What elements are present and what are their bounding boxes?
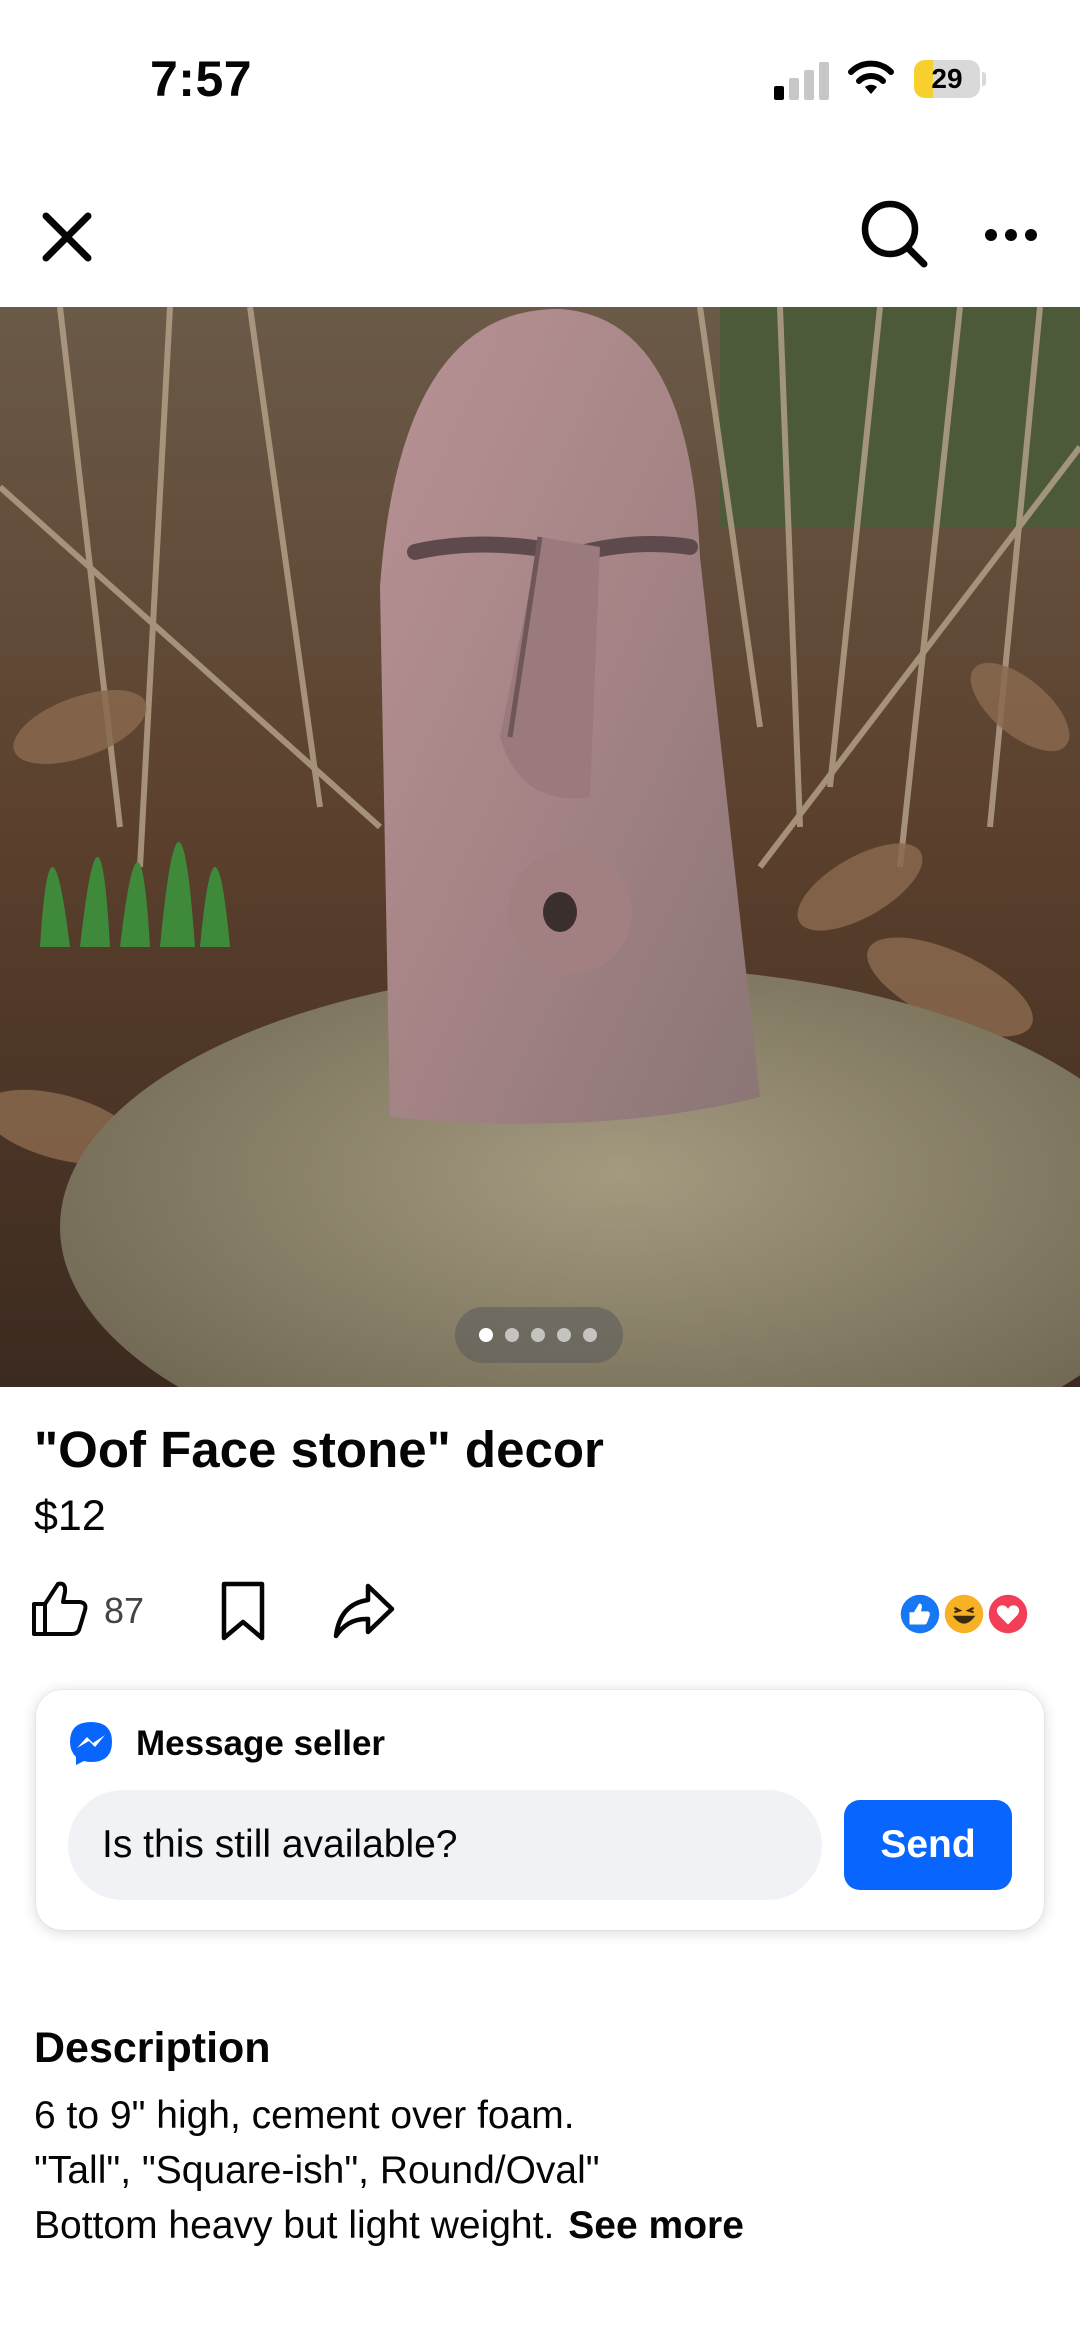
close-icon[interactable] — [30, 200, 104, 274]
like-count: 87 — [104, 1590, 145, 1631]
reactions-summary[interactable] — [896, 1590, 1032, 1644]
listing-title: "Oof Face stone" decor — [34, 1421, 604, 1478]
battery-level: 29 — [931, 63, 963, 94]
messenger-icon — [70, 1722, 112, 1765]
message-input[interactable] — [68, 1790, 822, 1900]
battery-indicator: 29 — [914, 60, 986, 98]
action-bar: 87 — [0, 1570, 1080, 1650]
like-reaction-icon — [896, 1590, 944, 1638]
status-time: 7:57 — [150, 51, 253, 107]
stone-face-photo — [0, 307, 1080, 1387]
description-line: "Tall", "Square-ish", Round/Oval" — [34, 2149, 600, 2192]
more-icon[interactable] — [976, 202, 1046, 268]
message-seller-card: Message seller Send — [36, 1690, 1044, 1930]
like-button[interactable]: 87 — [30, 1578, 160, 1644]
description-heading: Description — [34, 2024, 271, 2072]
description-line-last: Bottom heavy but light weight. See more — [34, 2198, 1054, 2253]
message-seller-title: Message seller — [136, 1724, 386, 1763]
battery-cap — [982, 72, 986, 86]
description-body: 6 to 9" high, cement over foam. "Tall", … — [34, 2088, 1054, 2253]
search-icon[interactable] — [856, 196, 932, 272]
battery-icon: 29 — [914, 60, 980, 98]
top-nav — [0, 180, 1080, 300]
listing-photo[interactable] — [0, 307, 1080, 1387]
wifi-icon — [848, 60, 894, 94]
bookmark-icon[interactable] — [218, 1578, 268, 1644]
carousel-dot[interactable] — [557, 1328, 571, 1342]
carousel-dot[interactable] — [583, 1328, 597, 1342]
haha-reaction-icon — [940, 1590, 988, 1638]
carousel-dot[interactable] — [479, 1328, 493, 1342]
cellular-signal-icon — [774, 62, 829, 100]
description-line-text: Bottom heavy but light weight. — [34, 2204, 555, 2247]
send-button[interactable]: Send — [844, 1800, 1012, 1890]
status-bar: 7:57 29 — [0, 0, 1080, 150]
listing-price: $12 — [34, 1492, 106, 1540]
carousel-dot[interactable] — [505, 1328, 519, 1342]
description-line: 6 to 9" high, cement over foam. — [34, 2094, 575, 2137]
love-reaction-icon — [984, 1590, 1032, 1638]
see-more-link[interactable]: See more — [568, 2204, 744, 2247]
carousel-indicator — [455, 1307, 623, 1363]
like-icon — [32, 1581, 88, 1636]
share-icon[interactable] — [332, 1582, 396, 1640]
carousel-dot[interactable] — [531, 1328, 545, 1342]
